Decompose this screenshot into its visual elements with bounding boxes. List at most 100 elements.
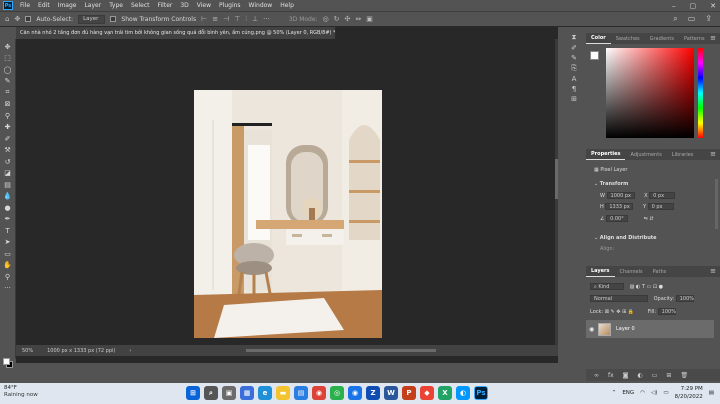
tab-swatches[interactable]: Swatches bbox=[611, 36, 645, 44]
horizontal-scrollbar[interactable] bbox=[246, 349, 436, 352]
y-field[interactable]: 0 px bbox=[647, 203, 674, 210]
eyedropper-tool-icon[interactable]: ⚲ bbox=[2, 110, 14, 122]
filter-shape-icon[interactable]: ▭ bbox=[647, 284, 652, 290]
panel-menu-icon[interactable]: ≡ bbox=[710, 34, 716, 42]
app-green-icon[interactable]: ◎ bbox=[330, 386, 344, 400]
widgets-icon[interactable]: ▦ bbox=[240, 386, 254, 400]
powerpoint-icon[interactable]: P bbox=[402, 386, 416, 400]
edge-icon[interactable]: e bbox=[258, 386, 272, 400]
align-middle-icon[interactable]: ⫶ bbox=[245, 15, 247, 24]
link-layers-icon[interactable]: ∞ bbox=[594, 372, 599, 379]
filter-adjust-icon[interactable]: ◐ bbox=[636, 284, 640, 290]
auto-select-checkbox[interactable] bbox=[25, 16, 32, 22]
lock-all-icon[interactable]: 🔒 bbox=[628, 309, 634, 315]
quick-select-tool-icon[interactable]: ✎ bbox=[2, 76, 14, 88]
blend-mode-dropdown[interactable]: Normal bbox=[590, 295, 648, 302]
pen-tool-icon[interactable]: ✒ bbox=[2, 214, 14, 226]
width-field[interactable]: 1000 px bbox=[606, 192, 635, 199]
lock-artboard-icon[interactable]: ⊞ bbox=[622, 309, 626, 315]
tab-adjustments[interactable]: Adjustments bbox=[625, 152, 666, 160]
document-tab[interactable]: Căn nhà nhỏ 2 tầng đơn đủ hàng vạn trái … bbox=[16, 27, 336, 39]
healing-brush-icon[interactable]: ✚ bbox=[2, 122, 14, 134]
tab-gradients[interactable]: Gradients bbox=[645, 36, 679, 44]
vertical-scrollbar[interactable] bbox=[555, 39, 558, 349]
brush-settings-icon[interactable]: ✐ bbox=[571, 44, 577, 52]
excel-icon[interactable]: X bbox=[438, 386, 452, 400]
photos-icon[interactable]: ◆ bbox=[420, 386, 434, 400]
weather-widget[interactable]: 84°F Raining now bbox=[4, 385, 38, 399]
chrome-icon[interactable]: ◉ bbox=[312, 386, 326, 400]
color-picker-field[interactable] bbox=[606, 48, 694, 138]
flip-v-icon[interactable]: ⇵ bbox=[649, 216, 653, 222]
clock[interactable]: 7:29 PM 8/20/2022 bbox=[675, 385, 703, 401]
clone-source-icon[interactable]: ⎘ bbox=[571, 64, 577, 73]
menu-help[interactable]: Help bbox=[276, 2, 298, 9]
volume-icon[interactable]: ◁) bbox=[651, 390, 657, 396]
tab-libraries[interactable]: Libraries bbox=[667, 152, 699, 160]
layer-select-dropdown[interactable]: Layer bbox=[78, 14, 106, 24]
scroll-thumb[interactable] bbox=[555, 159, 558, 199]
blur-tool-icon[interactable]: 💧 bbox=[2, 191, 14, 203]
panel-menu-icon[interactable]: ≡ bbox=[710, 150, 716, 158]
menu-3d[interactable]: 3D bbox=[176, 2, 192, 9]
menu-filter[interactable]: Filter bbox=[154, 2, 177, 9]
3d-scale-icon[interactable]: ▣ bbox=[366, 15, 373, 23]
brush-presets-icon[interactable]: ✎ bbox=[571, 54, 577, 62]
properties-scrollbar[interactable] bbox=[715, 179, 718, 229]
move-tool-icon[interactable]: ✥ bbox=[14, 15, 20, 23]
paragraph-icon[interactable]: ¶ bbox=[572, 85, 576, 93]
brush-tool-icon[interactable]: ✐ bbox=[2, 133, 14, 145]
lock-paint-icon[interactable]: ✎ bbox=[610, 309, 614, 315]
notification-icon[interactable]: ▤ bbox=[709, 390, 714, 396]
type-tool-icon[interactable]: T bbox=[2, 225, 14, 237]
search-icon[interactable]: ⌕ bbox=[673, 14, 677, 24]
panel-menu-icon[interactable]: ≡ bbox=[710, 267, 716, 275]
gradient-tool-icon[interactable]: ▤ bbox=[2, 179, 14, 191]
history-brush-icon[interactable]: ↺ bbox=[2, 156, 14, 168]
hand-tool-icon[interactable]: ✋ bbox=[2, 260, 14, 272]
task-view-icon[interactable]: ▣ bbox=[222, 386, 236, 400]
close-icon[interactable]: ✕ bbox=[710, 2, 716, 10]
tab-channels[interactable]: Channels bbox=[615, 269, 648, 277]
menu-view[interactable]: View bbox=[193, 2, 215, 9]
share-icon[interactable]: ⇪ bbox=[705, 14, 712, 24]
menu-window[interactable]: Window bbox=[245, 2, 277, 9]
delete-layer-icon[interactable]: 🗑 bbox=[680, 372, 688, 379]
canvas-image[interactable] bbox=[194, 90, 382, 338]
zalo-icon[interactable]: Z bbox=[366, 386, 380, 400]
store-icon[interactable]: ▤ bbox=[294, 386, 308, 400]
3d-slide-icon[interactable]: ⇔ bbox=[355, 15, 361, 23]
word-icon[interactable]: W bbox=[384, 386, 398, 400]
lock-move-icon[interactable]: ✥ bbox=[616, 309, 620, 315]
3d-orbit-icon[interactable]: ◎ bbox=[323, 15, 329, 23]
more-options-icon[interactable]: ··· bbox=[263, 15, 270, 23]
character-icon[interactable]: A bbox=[572, 75, 577, 83]
search-icon[interactable]: ⌕ bbox=[204, 386, 218, 400]
hue-slider[interactable] bbox=[698, 48, 703, 138]
zoom-tool-icon[interactable]: ⚲ bbox=[2, 271, 14, 283]
zoom-level[interactable]: 50% bbox=[22, 348, 33, 354]
app-blue-icon[interactable]: ◐ bbox=[456, 386, 470, 400]
align-center-icon[interactable]: ≡ bbox=[212, 15, 218, 23]
kind-filter-dropdown[interactable]: ⌕ Kind bbox=[590, 283, 624, 290]
x-field[interactable]: 0 px bbox=[649, 192, 676, 199]
filter-pixel-icon[interactable]: ▨ bbox=[630, 284, 635, 290]
filter-type-icon[interactable]: T bbox=[642, 284, 645, 290]
shape-tool-icon[interactable]: ▭ bbox=[2, 248, 14, 260]
tab-color[interactable]: Color bbox=[586, 35, 611, 44]
fill-field[interactable]: 100% bbox=[657, 308, 676, 315]
menu-layer[interactable]: Layer bbox=[80, 2, 105, 9]
filter-smart-icon[interactable]: ⊡ bbox=[653, 284, 657, 290]
tab-paths[interactable]: Paths bbox=[648, 269, 672, 277]
show-transform-checkbox[interactable] bbox=[110, 16, 117, 22]
workspace-icon[interactable]: ▭ bbox=[688, 14, 696, 24]
height-field[interactable]: 1333 px bbox=[605, 203, 634, 210]
flip-h-icon[interactable]: ⇋ bbox=[644, 216, 648, 222]
new-layer-icon[interactable]: ⊞ bbox=[666, 372, 671, 379]
frame-tool-icon[interactable]: ⊠ bbox=[2, 99, 14, 111]
menu-file[interactable]: File bbox=[16, 2, 34, 9]
minimize-icon[interactable]: – bbox=[672, 2, 676, 10]
layer-name[interactable]: Layer 0 bbox=[616, 326, 635, 332]
crop-tool-icon[interactable]: ⌗ bbox=[2, 87, 14, 99]
layer-row[interactable]: ◉ Layer 0 bbox=[586, 320, 714, 338]
